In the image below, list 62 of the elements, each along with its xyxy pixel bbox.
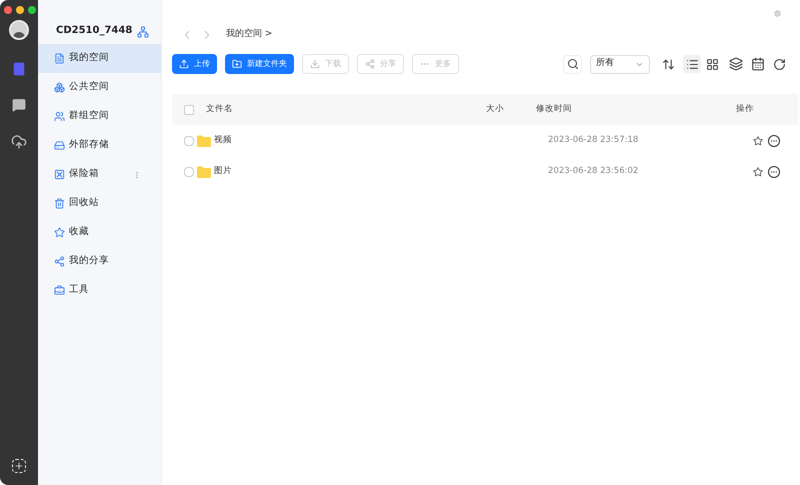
calendar-button[interactable] [751,57,765,71]
filter-select[interactable]: 所有 [590,54,650,74]
network-icon[interactable] [137,26,149,38]
grid-icon [706,58,718,70]
folder-plus-icon [232,59,242,69]
column-header: 操作 [736,103,754,116]
modified-time: 2023-06-28 23:56:02 [548,165,640,178]
share-icon [365,59,375,69]
folder-icon [197,166,211,178]
download-icon [310,59,320,69]
toolbar-button[interactable]: 新建文件夹 [225,54,294,74]
star-button[interactable] [753,166,763,176]
users-icon [54,111,65,122]
file-name: 图片 [214,165,233,178]
book-icon[interactable] [12,62,26,76]
avatar[interactable] [9,20,29,40]
cloud-icon[interactable] [11,134,27,150]
toolbar-button[interactable]: 上传 [172,54,217,74]
modified-time: 2023-06-28 23:57:18 [548,134,640,147]
upload-icon [179,59,189,69]
sort-button[interactable] [662,58,675,70]
nav-item[interactable]: 我的分享 [38,247,161,276]
safe-icon [54,169,65,180]
refresh-button[interactable] [773,58,786,70]
column-header: 文件名 [206,103,234,116]
chat-icon[interactable] [12,98,26,112]
nav-item[interactable]: 保险箱 [38,160,161,189]
row-checkbox[interactable] [184,166,194,176]
search-button[interactable] [563,54,582,74]
nav-item[interactable]: 群组空间 [38,102,161,131]
nav-item[interactable]: 工具 [38,276,161,305]
column-header: 大小 [486,103,505,116]
plus-icon [14,461,24,471]
more-button[interactable] [768,166,780,178]
settings-icon[interactable] [774,10,781,17]
column-header: 修改时间 [536,103,573,116]
toolbox-icon [54,285,65,296]
cubes-icon [54,82,65,93]
star-icon [54,227,65,238]
add-button[interactable] [12,459,26,473]
breadcrumb[interactable]: 我的空间 > [226,28,272,42]
folder-icon [197,134,211,146]
list-icon [686,58,698,70]
nav-item[interactable]: 收藏 [38,218,161,247]
trash-icon [54,198,65,209]
more-button[interactable] [768,134,780,146]
header-checkbox[interactable] [184,104,194,114]
document-icon [54,53,65,64]
account-name: CD2510_7448 [56,24,132,38]
list-view-button[interactable] [683,55,701,73]
nav-item[interactable]: 回收站 [38,189,161,218]
nav-item[interactable]: 我的空间 [38,44,161,73]
nav-item[interactable]: 公共空间 [38,73,161,102]
share-icon [54,256,65,267]
file-row[interactable]: 视频 2023-06-28 23:57:18 [172,125,798,156]
layers-button[interactable] [729,57,743,71]
nav-item[interactable]: 外部存储 [38,131,161,160]
star-button[interactable] [753,136,763,146]
file-row[interactable]: 图片 2023-06-28 23:56:02 [172,156,798,187]
search-icon [566,58,578,70]
file-name: 视频 [214,134,233,147]
row-checkbox[interactable] [184,136,194,146]
